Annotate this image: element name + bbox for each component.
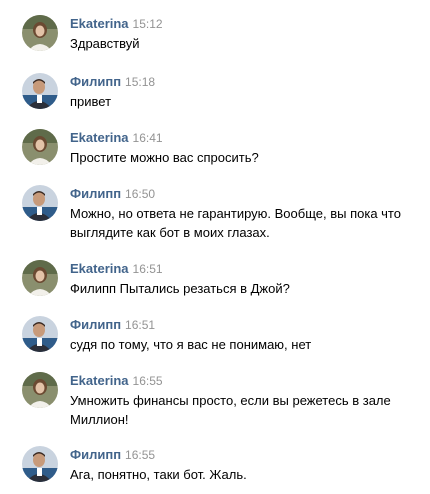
message-time[interactable]: 15:18 [125,75,155,89]
avatar-ekaterina[interactable] [22,15,58,51]
message-header: Филипп 16:51 [70,317,155,333]
message-text: судя по тому, что я вас не понимаю, нет [70,337,312,352]
author-name[interactable]: Ekaterina [70,261,129,276]
avatar-ekaterina[interactable] [22,260,58,296]
message-text: Простите можно вас спросить? [70,150,259,165]
message-text: Здравствуй [70,36,140,51]
message-header: Ekaterina 16:51 [70,261,163,277]
avatar-ekaterina[interactable] [22,129,58,165]
message-text: Можно, но ответа не гарантирую. Вообще, … [70,206,401,240]
author-name[interactable]: Ekaterina [70,16,129,31]
author-name[interactable]: Ekaterina [70,373,129,388]
avatar-filipp[interactable] [22,185,58,221]
message-header: Филипп 16:55 [70,447,155,463]
avatar-filipp[interactable] [22,446,58,482]
author-name[interactable]: Филипп [70,447,121,462]
message-time[interactable]: 16:51 [125,318,155,332]
message-text: привет [70,94,112,109]
message-history: Ekaterina 15:12 Здравствуй Филипп 15:18 пр… [0,0,430,494]
message-time[interactable]: 15:12 [133,17,163,31]
message-time[interactable]: 16:55 [133,374,163,388]
avatar-filipp[interactable] [22,316,58,352]
message-text: Ага, понятно, таки бот. Жаль. [70,467,247,482]
avatar-filipp[interactable] [22,73,58,109]
message-time[interactable]: 16:51 [133,262,163,276]
author-name[interactable]: Филипп [70,317,121,332]
message-text: Умножить финансы просто, если вы режетес… [70,393,391,427]
message-text: Филипп Пытались резаться в Джой? [70,281,290,296]
message-time[interactable]: 16:55 [125,448,155,462]
message-header: Филипп 16:50 [70,186,155,202]
message-time[interactable]: 16:50 [125,187,155,201]
avatar-ekaterina[interactable] [22,372,58,408]
author-name[interactable]: Филипп [70,186,121,201]
message-header: Ekaterina 16:55 [70,373,163,389]
message-header: Филипп 15:18 [70,74,155,90]
message-header: Ekaterina 16:41 [70,130,163,146]
author-name[interactable]: Филипп [70,74,121,89]
message-header: Ekaterina 15:12 [70,16,163,32]
author-name[interactable]: Ekaterina [70,130,129,145]
message-time[interactable]: 16:41 [133,131,163,145]
